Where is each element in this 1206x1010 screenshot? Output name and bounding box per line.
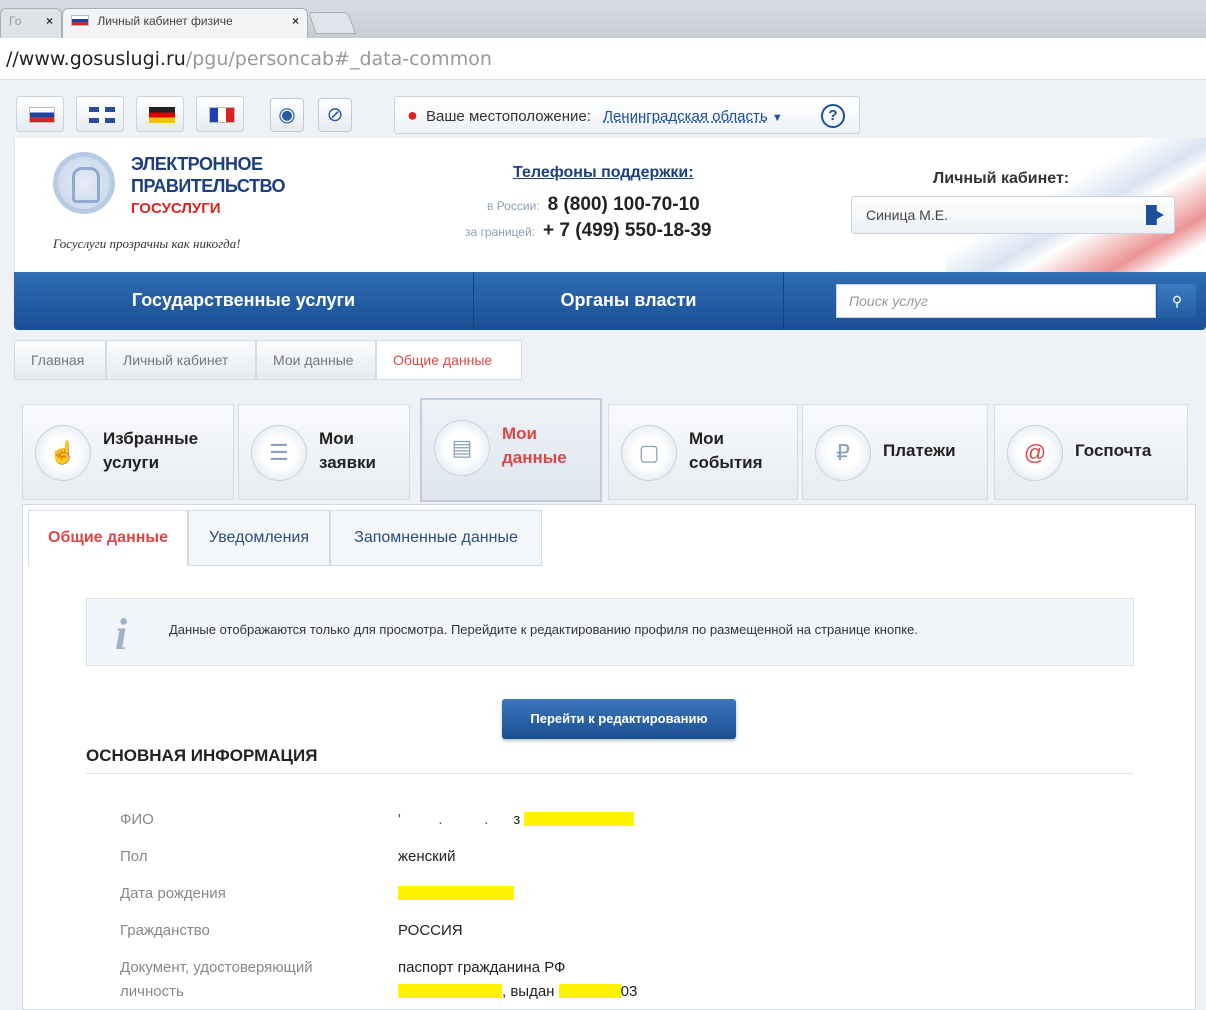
tab-label: Го [9,14,22,28]
field-value-gender: женский [398,848,456,865]
payments-icon: ₽ [815,425,871,481]
phone-abroad: за границей: + 7 (499) 550-18-39 [465,220,712,241]
redaction-mark [398,984,502,998]
tab-close-icon[interactable]: × [292,14,299,28]
browser-tab-active[interactable]: Личный кабинет физиче × [62,8,308,38]
breadcrumb-mydata[interactable]: Мои данные [256,340,376,380]
logo-text: ПРАВИТЕЛЬСТВО [131,176,286,196]
breadcrumb-home[interactable]: Главная [14,340,106,380]
support-phones-link[interactable]: Телефоны поддержки: [513,164,694,182]
lang-de-button[interactable] [136,96,184,132]
calendar-icon: ▢ [621,425,677,481]
tab-general-data[interactable]: Общие данные [28,510,188,566]
accessibility-eye-icon[interactable]: ◉ [270,98,304,132]
breadcrumb-cabinet[interactable]: Личный кабинет [106,340,256,380]
new-tab-button[interactable] [307,12,357,34]
field-label-gender: Пол [120,848,148,865]
user-name: Синица М.Е. [866,207,948,223]
compass-icon[interactable]: ⊘ [318,98,352,132]
site-header: ЭЛЕКТРОННОЕ ПРАВИТЕЛЬСТВО ГОСУСЛУГИ Госу… [14,138,1206,272]
logout-icon[interactable] [1146,205,1164,225]
tile-requests[interactable]: ☰ Мои заявки [238,404,410,500]
redaction-mark [524,812,635,826]
field-label-birthdate: Дата рождения [120,885,226,902]
tile-mydata[interactable]: ▤ Мои данные [420,398,602,502]
tile-label: Мои события [689,429,763,472]
redaction-mark [558,984,621,998]
field-label-citizenship: Гражданство [120,922,210,939]
tab-close-icon[interactable]: × [46,14,53,28]
url-text[interactable]: //www.gosuslugi.ru/pgu/personcab#_data-c… [6,48,492,70]
search-icon[interactable]: ⚲ [1158,284,1196,318]
location-label: Ваше местоположение: [426,108,591,125]
favorites-icon: ☝ [35,425,91,481]
search-input[interactable]: Поиск услуг [836,284,1156,318]
mydata-icon: ▤ [434,420,490,476]
info-text: Данные отображаются только для просмотра… [169,622,918,637]
field-value-document: паспорт гражданина РФ [398,959,566,976]
help-icon[interactable]: ? [821,104,845,128]
field-label-fio: ФИО [120,811,154,828]
divider [86,773,1134,774]
cabinet-title: Личный кабинет: [933,170,1070,187]
section-title: ОСНОВНАЯ ИНФОРМАЦИЯ [86,746,318,765]
field-value-citizenship: РОССИЯ [398,922,463,939]
flag-ru-icon [29,107,55,123]
tile-payments[interactable]: ₽ Платежи [802,404,988,500]
flag-fr-icon [209,107,235,123]
chevron-down-icon[interactable]: ▼ [772,112,783,124]
browser-tab-inactive[interactable]: Го × [0,8,62,38]
tile-mail[interactable]: @ Госпочта [994,404,1188,500]
gosuslugi-logo-icon[interactable] [53,152,115,214]
nav-item-authorities[interactable]: Органы власти [474,272,784,330]
tile-label: Избранные услуги [103,429,199,472]
tile-label: Госпочта [1075,441,1152,460]
lang-ru-button[interactable] [16,96,64,132]
nav-item-services[interactable]: Государственные услуги [14,272,474,330]
location-value[interactable]: Ленинградская область [603,108,768,125]
lang-fr-button[interactable] [196,96,244,132]
tab-notifications[interactable]: Уведомления [188,510,330,566]
tile-favorites[interactable]: ☝ Избранные услуги [22,404,234,500]
location-selector[interactable]: ● Ваше местоположение: Ленинградская обл… [394,96,860,134]
info-notice: i Данные отображаются только для просмот… [86,598,1134,666]
location-pin-icon: ● [407,105,418,125]
logo-text: ГОСУСЛУГИ [131,200,221,217]
redaction-mark [398,886,514,900]
cabinet-user-button[interactable]: Синица М.Е. [851,196,1175,234]
tab-label: Личный кабинет физиче [97,14,233,28]
flag-uk-icon [89,107,115,123]
utility-bar: ◉ ⊘ ● Ваше местоположение: Ленинградская… [14,90,1206,138]
tile-label: Платежи [883,441,956,460]
flag-de-icon [149,107,175,123]
browser-tabstrip: Го × Личный кабинет физиче × [0,0,1206,38]
main-nav: Государственные услуги Органы власти Пои… [14,272,1206,330]
field-value-birthdate [398,882,514,906]
slogan: Госуслуги прозрачны как никогда! [53,236,241,251]
tile-events[interactable]: ▢ Мои события [608,404,798,500]
tile-label: Мои заявки [319,429,377,472]
phone-russia: в России: 8 (800) 100-70-10 [487,194,700,215]
mail-icon: @ [1007,425,1063,481]
tab-saved-data[interactable]: Запомненные данные [330,510,542,566]
flag-icon [71,15,89,26]
breadcrumb-current: Общие данные [376,340,522,380]
requests-icon: ☰ [251,425,307,481]
field-label-document: Документ, удостоверяющий личность [120,959,313,1000]
edit-profile-button[interactable]: Перейти к редактированию [502,699,736,739]
field-value-fio: ' . . з [398,808,635,832]
logo-text: ЭЛЕКТРОННОЕ [131,154,263,174]
lang-en-button[interactable] [76,96,124,132]
tile-label: Мои данные [502,424,567,467]
field-value-document-issued: , выдан 03 [398,980,637,1004]
address-bar[interactable]: //www.gosuslugi.ru/pgu/personcab#_data-c… [0,38,1206,80]
info-icon: i [115,610,128,659]
